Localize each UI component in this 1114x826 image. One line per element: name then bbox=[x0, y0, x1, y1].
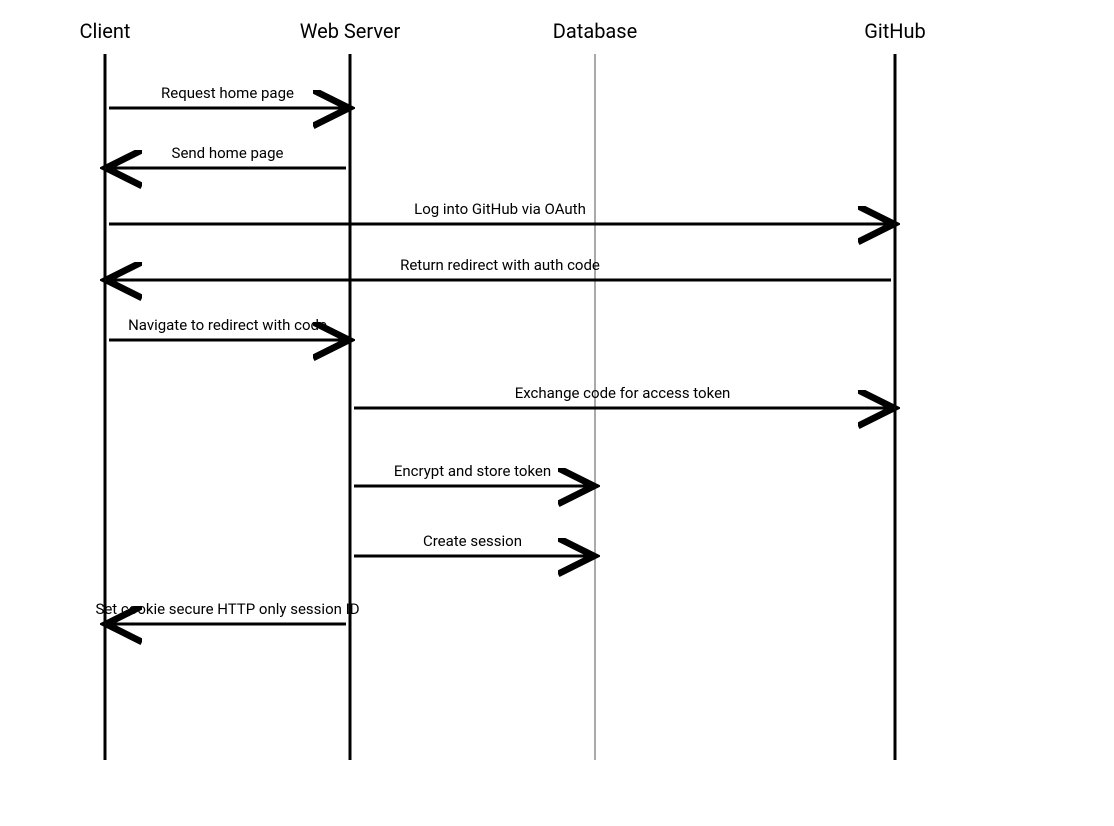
actor-label-client: Client bbox=[80, 19, 131, 43]
message-label: Create session bbox=[423, 532, 522, 550]
message-label: Set cookie secure HTTP only session ID bbox=[95, 600, 359, 618]
message-label: Send home page bbox=[172, 144, 284, 162]
actor-label-github: GitHub bbox=[864, 19, 926, 43]
message-label: Request home page bbox=[161, 84, 294, 102]
message-label: Log into GitHub via OAuth bbox=[414, 200, 586, 218]
message-label: Exchange code for access token bbox=[515, 384, 731, 402]
message-label: Return redirect with auth code bbox=[400, 256, 600, 274]
actor-label-database: Database bbox=[553, 19, 637, 43]
message-label: Encrypt and store token bbox=[394, 462, 551, 480]
sequence-diagram: Client Web Server Database GitHub Request ho… bbox=[0, 0, 1114, 826]
message-label: Navigate to redirect with code bbox=[128, 316, 327, 334]
actor-label-webserver: Web Server bbox=[300, 19, 401, 43]
